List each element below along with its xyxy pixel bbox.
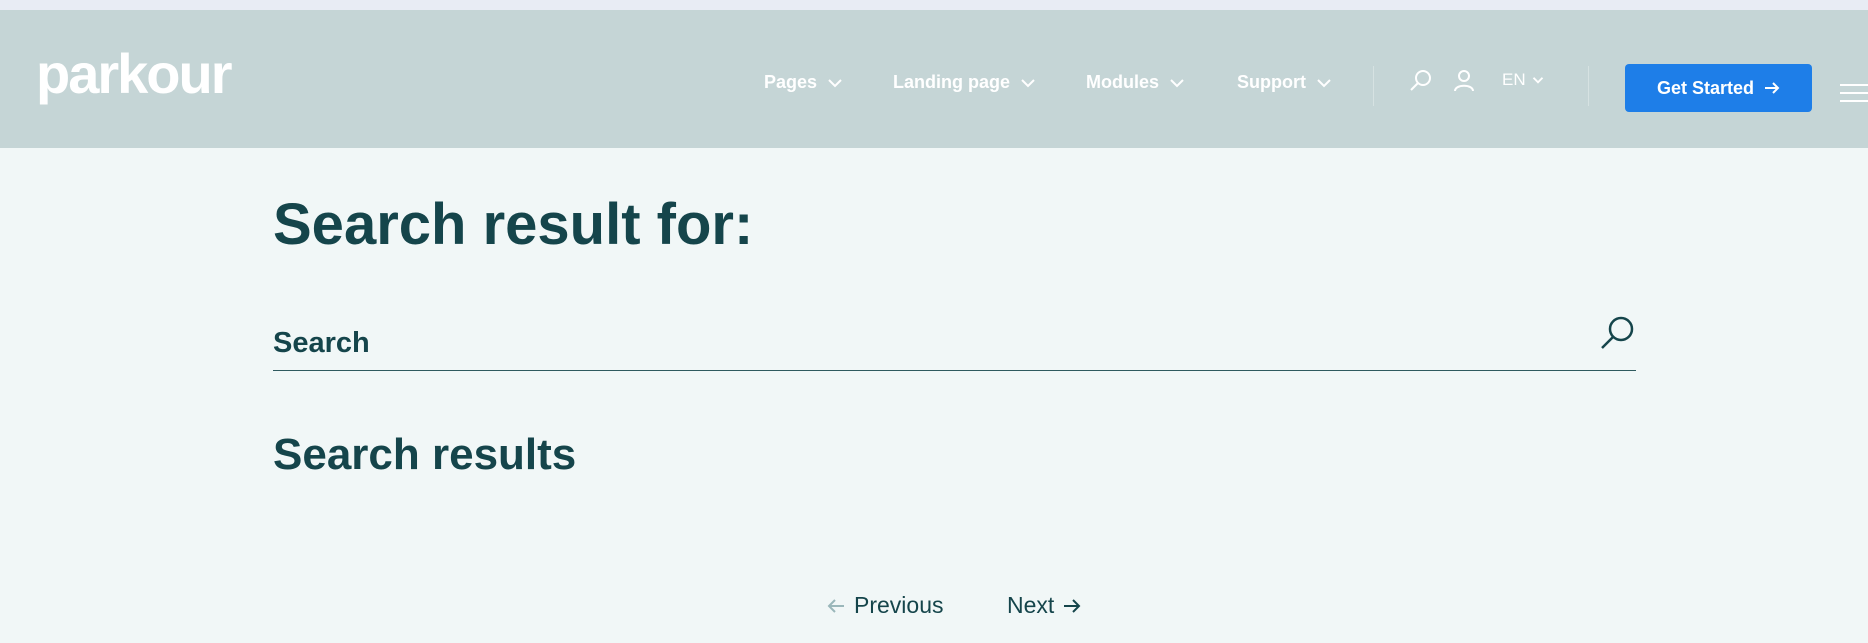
user-icon[interactable] xyxy=(1451,68,1477,94)
chevron-down-icon xyxy=(1317,78,1331,87)
arrow-left-icon xyxy=(827,598,844,613)
search-icon[interactable] xyxy=(1598,315,1636,353)
nav-divider xyxy=(1588,66,1589,106)
results-heading: Search results xyxy=(273,430,577,479)
search-form xyxy=(273,315,1636,371)
chevron-down-icon xyxy=(1021,78,1035,87)
previous-label: Previous xyxy=(854,592,944,618)
nav-item-label: Pages xyxy=(764,72,818,92)
nav-item-modules[interactable]: Modules xyxy=(1086,72,1185,93)
hamburger-menu-icon[interactable] xyxy=(1840,84,1868,104)
page-title: Search result for: xyxy=(273,192,754,257)
language-label: EN xyxy=(1502,70,1526,89)
nav-item-landing-page[interactable]: Landing page xyxy=(893,72,1036,93)
top-strip xyxy=(0,0,1868,10)
nav-item-label: Landing page xyxy=(893,72,1010,92)
nav-item-label: Modules xyxy=(1086,72,1160,92)
search-icon[interactable] xyxy=(1408,68,1434,94)
search-input[interactable] xyxy=(273,323,1553,363)
nav-divider xyxy=(1373,66,1374,106)
get-started-button[interactable]: Get Started xyxy=(1625,64,1812,112)
site-logo[interactable]: parkour xyxy=(36,46,232,102)
get-started-label: Get Started xyxy=(1656,77,1755,98)
language-selector[interactable]: EN xyxy=(1502,70,1544,90)
chevron-down-icon xyxy=(1532,77,1543,84)
next-page-link[interactable]: Next xyxy=(1007,592,1090,619)
nav-item-label: Support xyxy=(1237,72,1306,92)
next-label: Next xyxy=(1007,592,1055,618)
chevron-down-icon xyxy=(1170,78,1184,87)
nav-item-support[interactable]: Support xyxy=(1237,72,1332,93)
chevron-down-icon xyxy=(828,78,842,87)
previous-page-link[interactable]: Previous xyxy=(818,592,943,619)
site-header: parkour Pages Landing page Modules Suppo… xyxy=(0,10,1868,148)
arrow-right-icon xyxy=(1064,598,1081,613)
arrow-right-icon xyxy=(1765,82,1780,94)
nav-item-pages[interactable]: Pages xyxy=(764,72,843,93)
